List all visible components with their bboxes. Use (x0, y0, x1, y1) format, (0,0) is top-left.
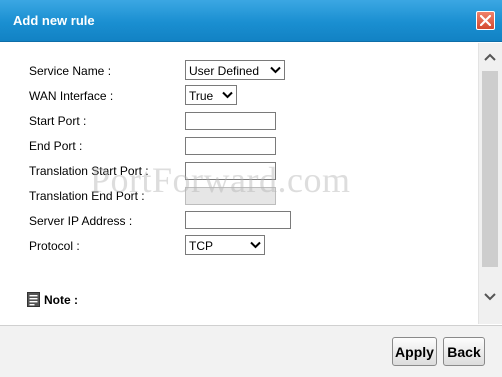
scroll-down-arrow-icon[interactable] (483, 292, 497, 302)
vertical-scrollbar[interactable] (478, 43, 502, 324)
wan-interface-label: WAN Interface : (29, 89, 114, 103)
watermark: PortForward.com (90, 160, 351, 200)
start-port-input[interactable] (185, 112, 276, 130)
service-name-label: Service Name : (29, 64, 112, 78)
apply-button[interactable]: Apply (392, 337, 437, 366)
protocol-label: Protocol : (29, 239, 80, 253)
close-icon (480, 15, 491, 26)
start-port-label: Start Port : (29, 114, 87, 128)
end-port-label: End Port : (29, 139, 83, 153)
scroll-up-arrow-icon[interactable] (483, 52, 497, 62)
chevron-down-icon (270, 66, 281, 74)
chevron-down-icon (250, 241, 261, 249)
dialog-footer: Apply Back (0, 325, 502, 377)
close-button[interactable] (476, 11, 495, 30)
scrollbar-thumb[interactable] (482, 71, 498, 267)
document-icon (27, 292, 40, 307)
end-port-input[interactable] (185, 137, 276, 155)
service-name-value: User Defined (189, 64, 260, 78)
dialog-title: Add new rule (13, 13, 95, 28)
add-new-rule-dialog: Add new rule Service Name : User Defined… (0, 0, 502, 377)
wan-interface-select[interactable]: True (185, 85, 237, 105)
back-button[interactable]: Back (443, 337, 485, 366)
protocol-value: TCP (189, 239, 213, 253)
protocol-select[interactable]: TCP (185, 235, 265, 255)
server-ip-address-input[interactable] (185, 211, 291, 229)
service-name-select[interactable]: User Defined (185, 60, 285, 80)
wan-interface-value: True (189, 89, 214, 103)
dialog-titlebar: Add new rule (0, 0, 502, 42)
chevron-down-icon (222, 91, 233, 99)
dialog-content: Service Name : User Defined WAN Interfac… (0, 43, 478, 324)
note-label: Note : (44, 293, 78, 307)
server-ip-address-label: Server IP Address : (29, 214, 133, 228)
